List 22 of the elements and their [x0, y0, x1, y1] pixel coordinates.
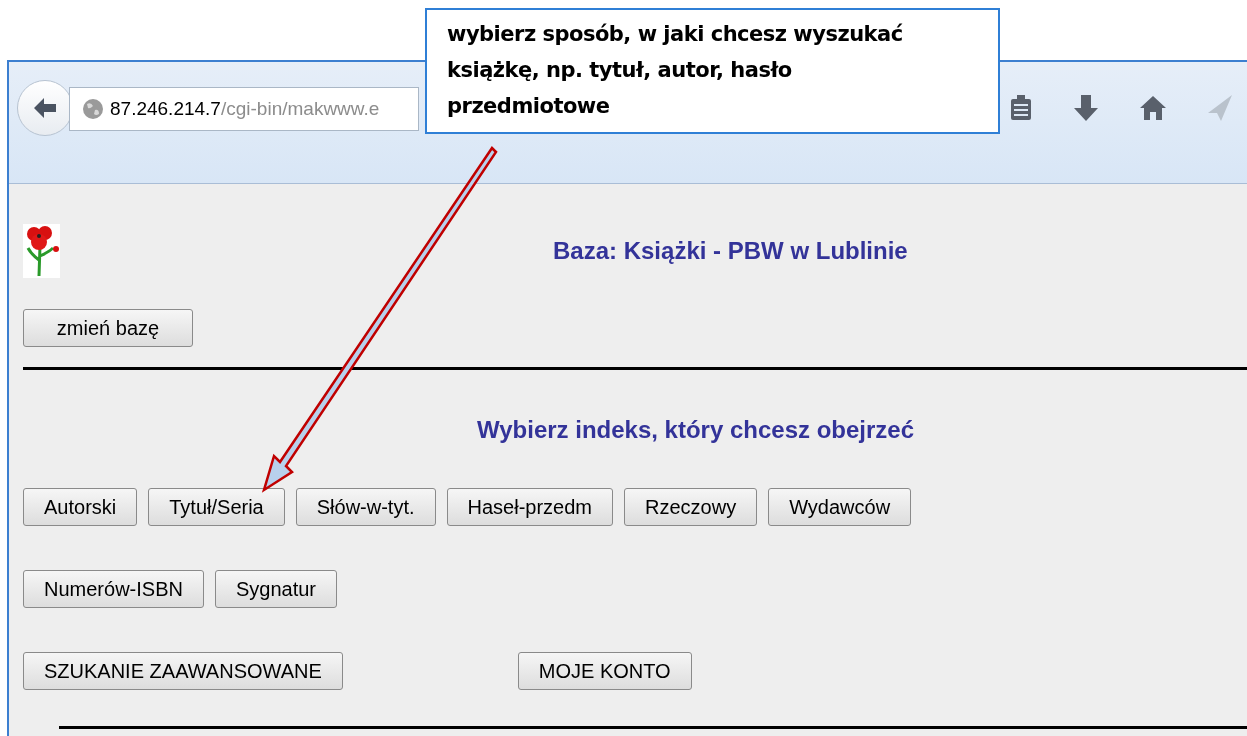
home-icon[interactable]	[1139, 95, 1167, 121]
page-title: Baza: Książki - PBW w Lublinie	[553, 236, 908, 266]
index-button[interactable]: Rzeczowy	[624, 488, 758, 526]
section-heading: Wybierz indeks, który chcesz obejrzeć	[477, 415, 916, 445]
index-button[interactable]: Wydawców	[768, 488, 912, 526]
address-bar[interactable]: 87.246.214.7/cgi-bin/makwww.e	[69, 87, 419, 131]
globe-icon	[82, 98, 104, 120]
download-icon[interactable]	[1073, 94, 1099, 122]
url-text: 87.246.214.7/cgi-bin/makwww.e	[110, 96, 380, 121]
reading-list-icon[interactable]	[1009, 94, 1033, 122]
index-button[interactable]: MOJE KONTO	[517, 652, 692, 690]
flower-icon	[23, 224, 60, 278]
index-button[interactable]: SZUKANIE ZAAWANSOWANE	[23, 652, 343, 690]
index-button[interactable]: Tytuł/Seria	[148, 488, 285, 526]
callout-text: wybierz sposób, w jaki chcesz wyszukać książkę, np. tytuł, autor, hasło przedmiotowe	[447, 21, 904, 120]
change-database-button[interactable]: zmień bazę	[23, 309, 193, 347]
index-button[interactable]: Autorski	[23, 488, 138, 526]
index-button[interactable]: Haseł-przedm	[446, 488, 613, 526]
index-button[interactable]: Słów-w-tyt.	[295, 488, 436, 526]
back-arrow-icon	[33, 97, 57, 119]
index-button[interactable]: Sygnatur	[214, 570, 337, 608]
index-button[interactable]: Numerów-ISBN	[23, 570, 204, 608]
